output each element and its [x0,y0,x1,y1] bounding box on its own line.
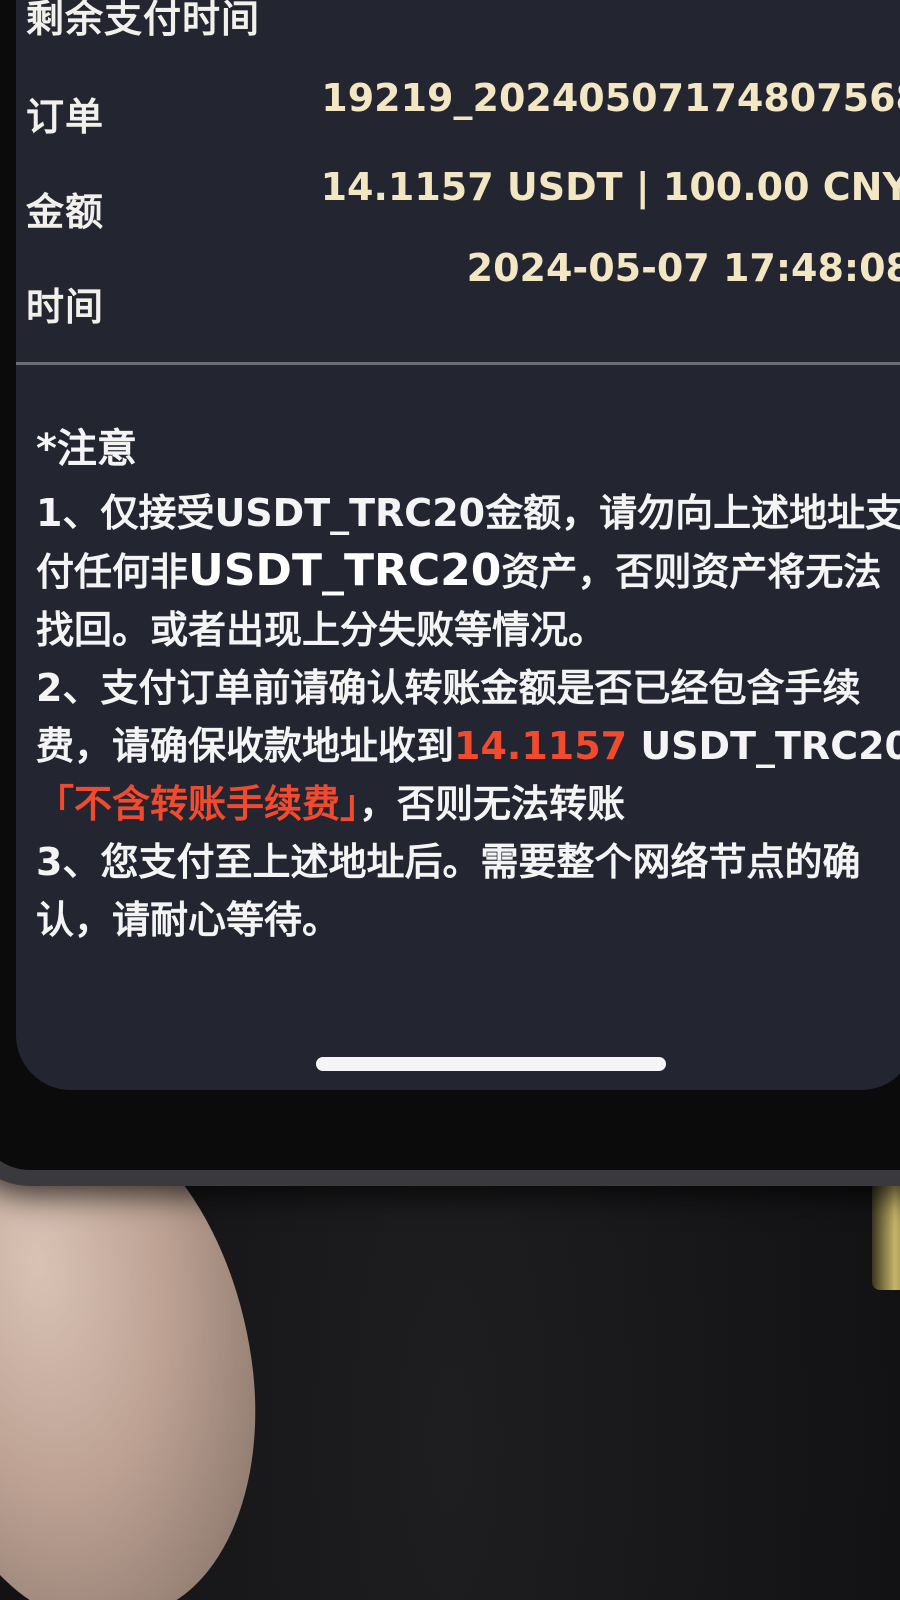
remaining-time-label: 剩余支付时间 [26,0,261,41]
time-value: 2024-05-07 17:48:08 [466,246,900,290]
notice-item-1-currency: USDT_TRC20 [188,545,502,596]
order-number: 19219_20240507174807568 [321,76,900,120]
notice-item-2-currency: USDT_TRC20 [627,724,900,768]
photo-scene: 剩余支付时间 订单 19219_20240507174807568 金额 14.… [0,0,900,1600]
time-label: 时间 [26,285,105,329]
order-label: 订单 [26,95,105,139]
phone-body: 剩余支付时间 订单 19219_20240507174807568 金额 14.… [0,0,900,1186]
amount-row: 金额 14.1157 USDT | 100.00 CNY [16,165,900,245]
payment-screen: 剩余支付时间 订单 19219_20240507174807568 金额 14.… [16,0,900,1090]
remaining-time-row: 剩余支付时间 [16,0,900,58]
order-row: 订单 19219_20240507174807568 [16,70,900,150]
time-row: 时间 2024-05-07 17:48:08 [16,246,900,340]
notice-title: *注意 [36,426,137,472]
notice-item-1: 1、仅接受USDT_TRC20金额，请勿向上述地址支付任何非USDT_TRC20… [36,484,900,659]
home-indicator[interactable] [316,1057,666,1071]
amount-value: 14.1157 USDT | 100.00 CNY [320,165,900,209]
amount-label: 金额 [26,190,105,234]
section-divider [16,362,900,365]
notice-section: *注意 1、仅接受USDT_TRC20金额，请勿向上述地址支付任何非USDT_T… [36,420,900,949]
notice-item-2: 2、支付订单前请确认转账金额是否已经包含手续费，请确保收款地址收到14.1157… [36,659,900,833]
notice-item-2-amount: 14.1157 [454,724,628,768]
notice-item-2-text-c: ，否则无法转账 [359,782,626,826]
notice-item-2-fee-warning: 「不含转账手续费」 [36,782,360,826]
notice-item-3: 3、您支付至上述地址后。需要整个网络节点的确认，请耐心等待。 [36,840,861,942]
